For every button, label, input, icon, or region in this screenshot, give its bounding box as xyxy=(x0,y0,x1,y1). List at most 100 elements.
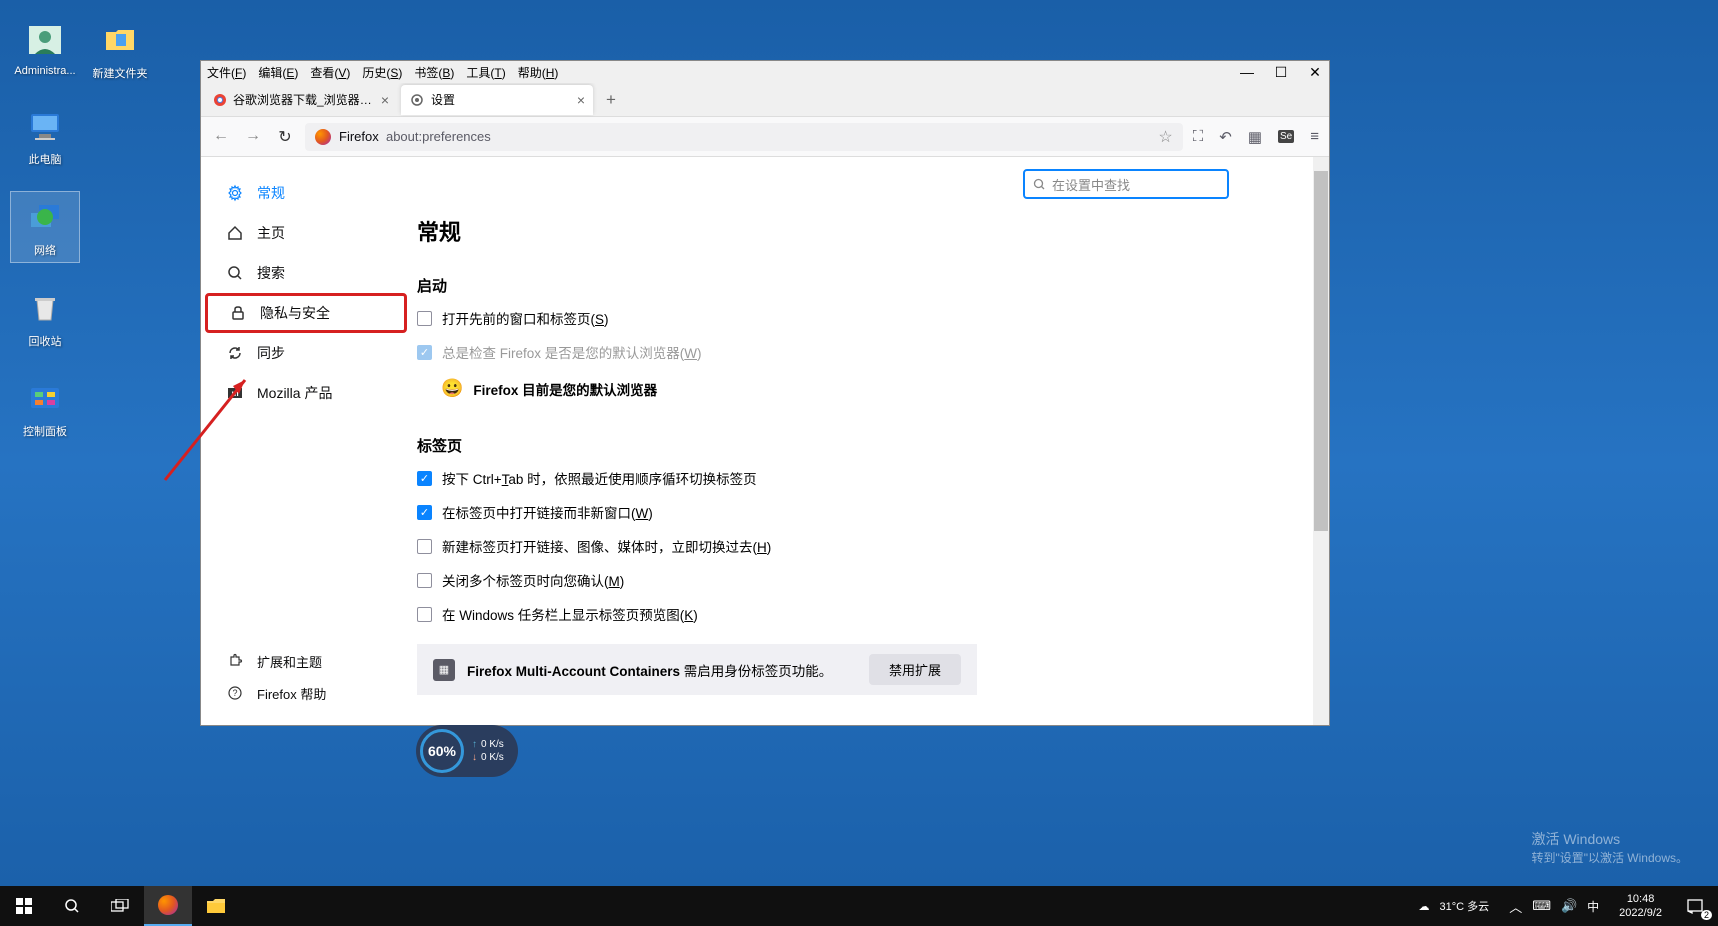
checkbox-icon xyxy=(417,505,432,520)
tray-keyboard-icon[interactable]: ⌨ xyxy=(1532,898,1551,914)
tab-label: 设置 xyxy=(431,91,455,108)
checkbox-new-window[interactable]: 在标签页中打开链接而非新窗口(W) xyxy=(417,502,1329,522)
sidebar-item-general[interactable]: 常规 xyxy=(201,173,411,213)
maximize-button[interactable]: ☐ xyxy=(1273,64,1289,81)
checkbox-default-browser[interactable]: 总是检查 Firefox 是否是您的默认浏览器(W) xyxy=(417,342,1329,362)
clock[interactable]: 10:48 2022/9/2 xyxy=(1609,892,1672,921)
task-view-button[interactable] xyxy=(96,886,144,926)
menu-history[interactable]: 历史(S) xyxy=(362,64,402,81)
sidebar-label: 同步 xyxy=(257,343,285,363)
menu-help[interactable]: 帮助(H) xyxy=(518,64,559,81)
checkbox-icon xyxy=(417,539,432,554)
section-heading: 标签页 xyxy=(417,435,1329,456)
disable-extension-button[interactable]: 禁用扩展 xyxy=(869,654,961,685)
control-panel-icon xyxy=(24,377,66,419)
tab-chrome-download[interactable]: 谷歌浏览器下载_浏览器官网入口 × xyxy=(205,85,397,115)
tab-settings[interactable]: 设置 × xyxy=(401,85,593,115)
apps-icon[interactable]: ▦ xyxy=(1248,128,1262,146)
new-tab-button[interactable]: + xyxy=(597,86,625,114)
smile-icon: 😀 xyxy=(441,378,463,399)
gear-icon xyxy=(409,92,425,108)
search-button[interactable] xyxy=(48,886,96,926)
tray-volume-icon[interactable]: 🔊 xyxy=(1561,898,1577,914)
close-button[interactable]: ✕ xyxy=(1307,64,1323,81)
user-icon xyxy=(24,19,66,61)
search-icon xyxy=(225,263,245,283)
url-bar[interactable]: Firefox about:preferences ☆ xyxy=(305,123,1183,151)
checkbox-icon xyxy=(417,345,432,360)
network-icon xyxy=(24,196,66,238)
crop-icon[interactable]: ⛶ xyxy=(1193,128,1204,145)
sidebar-item-mozilla[interactable]: m Mozilla 产品 xyxy=(201,373,411,413)
tabs-section: 标签页 按下 Ctrl+Tab 时，依照最近使用顺序循环切换标签页 在标签页中打… xyxy=(417,435,1329,695)
menu-view[interactable]: 查看(V) xyxy=(310,64,350,81)
reload-button[interactable]: ↻ xyxy=(275,127,295,147)
tab-close-icon[interactable]: × xyxy=(381,92,389,108)
address-bar: ← → ↻ Firefox about:preferences ☆ ⛶ ↶ ▦ … xyxy=(201,117,1329,157)
back-button[interactable]: ← xyxy=(211,127,231,147)
weather-widget[interactable]: ☁ 31°C 多云 xyxy=(1409,898,1500,914)
computer-icon xyxy=(24,105,66,147)
hamburger-menu-icon[interactable]: ≡ xyxy=(1310,128,1319,145)
taskbar-explorer[interactable] xyxy=(192,886,240,926)
desktop-icon-folder-row: 新建文件夹 xyxy=(85,15,155,85)
checkbox-icon xyxy=(417,607,432,622)
checkbox-ctrl-tab[interactable]: 按下 Ctrl+Tab 时，依照最近使用顺序循环切换标签页 xyxy=(417,468,1329,488)
settings-search-input[interactable]: 在设置中查找 xyxy=(1023,169,1229,199)
window-controls: — ☐ ✕ xyxy=(1239,64,1323,81)
firefox-icon xyxy=(158,895,178,915)
startup-section: 启动 打开先前的窗口和标签页(S) 总是检查 Firefox 是否是您的默认浏览… xyxy=(417,275,1329,399)
sidebar-item-privacy[interactable]: 隐私与安全 xyxy=(205,293,407,333)
banner-text: Firefox Multi-Account Containers 需启用身份标签… xyxy=(467,660,832,680)
bookmark-star-icon[interactable]: ☆ xyxy=(1158,127,1172,147)
menu-edit[interactable]: 编辑(E) xyxy=(258,64,298,81)
start-button[interactable] xyxy=(0,886,48,926)
selenium-icon[interactable]: Se xyxy=(1278,130,1294,143)
sidebar-label: 扩展和主题 xyxy=(257,652,322,671)
undo-icon[interactable]: ↶ xyxy=(1219,128,1232,146)
speed-widget[interactable]: 60% ↑0 K/s ↓0 K/s xyxy=(416,725,518,777)
desktop-icon-recycle[interactable]: 回收站 xyxy=(10,283,80,353)
folder-icon xyxy=(99,19,141,61)
sidebar-label: 搜索 xyxy=(257,263,285,283)
menu-file[interactable]: 文件(F) xyxy=(207,64,246,81)
sidebar-item-sync[interactable]: 同步 xyxy=(201,333,411,373)
help-icon: ? xyxy=(225,683,245,703)
firefox-window: 文件(F) 编辑(E) 查看(V) 历史(S) 书签(B) 工具(T) 帮助(H… xyxy=(200,60,1330,726)
menu-tools[interactable]: 工具(T) xyxy=(466,64,505,81)
minimize-button[interactable]: — xyxy=(1239,64,1255,81)
desktop-icon-computer[interactable]: 此电脑 xyxy=(10,101,80,171)
checkbox-confirm-close[interactable]: 关闭多个标签页时向您确认(M) xyxy=(417,570,1329,590)
forward-button[interactable]: → xyxy=(243,127,263,147)
desktop-icon-control[interactable]: 控制面板 xyxy=(10,373,80,443)
notification-button[interactable]: 2 xyxy=(1672,886,1718,926)
sidebar-item-search[interactable]: 搜索 xyxy=(201,253,411,293)
checkbox-icon xyxy=(417,311,432,326)
container-ext-icon: ▦ xyxy=(433,659,455,681)
checkbox-restore-session[interactable]: 打开先前的窗口和标签页(S) xyxy=(417,308,1329,328)
sidebar-extensions[interactable]: 扩展和主题 xyxy=(201,645,411,677)
checkbox-switch-new[interactable]: 新建标签页打开链接、图像、媒体时，立即切换过去(H) xyxy=(417,536,1329,556)
scrollbar-vertical[interactable] xyxy=(1313,157,1329,725)
settings-content: 常规 启动 打开先前的窗口和标签页(S) 总是检查 Firefox 是否是您的默… xyxy=(411,215,1329,725)
scrollbar-thumb[interactable] xyxy=(1314,171,1328,531)
tab-close-icon[interactable]: × xyxy=(577,92,585,108)
section-heading: 启动 xyxy=(417,275,1329,296)
desktop-icon-network[interactable]: 网络 xyxy=(10,191,80,263)
taskbar-firefox[interactable] xyxy=(144,886,192,926)
sidebar-help[interactable]: ? Firefox 帮助 xyxy=(201,677,411,709)
sidebar-label: 常规 xyxy=(257,183,285,203)
sidebar-item-home[interactable]: 主页 xyxy=(201,213,411,253)
lock-icon xyxy=(228,303,248,323)
weather-icon: ☁ xyxy=(1419,900,1430,913)
page-title: 常规 xyxy=(417,215,1329,247)
checkbox-taskbar-preview[interactable]: 在 Windows 任务栏上显示标签页预览图(K) xyxy=(417,604,1329,624)
desktop-icon-new-folder[interactable]: 新建文件夹 xyxy=(85,15,155,85)
desktop-icon-admin[interactable]: Administra... xyxy=(10,15,80,81)
speed-percent: 60% xyxy=(420,729,464,773)
ime-indicator[interactable]: 中 xyxy=(1587,898,1599,915)
tray-chevron-icon[interactable]: ︿ xyxy=(1509,897,1522,916)
settings-main: 在设置中查找 常规 启动 打开先前的窗口和标签页(S) xyxy=(411,157,1329,725)
menu-bookmarks[interactable]: 书签(B) xyxy=(414,64,454,81)
search-placeholder: 在设置中查找 xyxy=(1052,175,1130,194)
